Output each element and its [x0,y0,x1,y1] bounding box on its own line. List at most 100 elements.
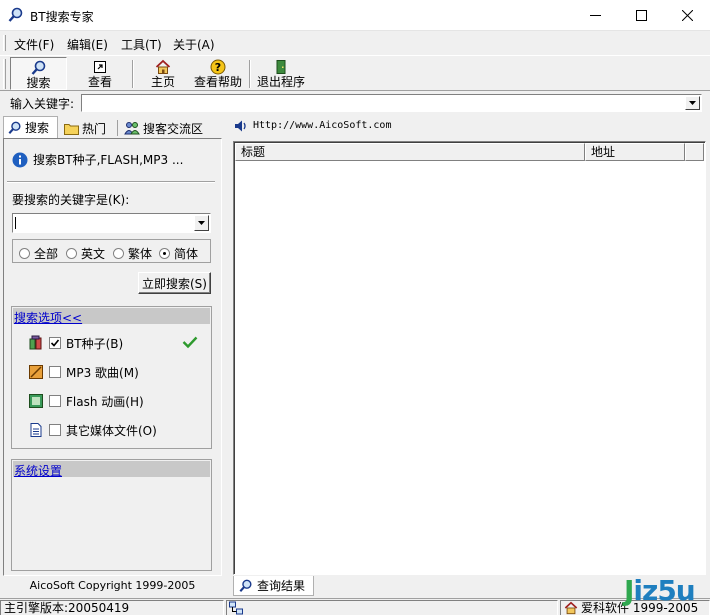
tab-forum-label: 搜客交流区 [143,121,204,136]
panel-splitter[interactable] [222,138,226,576]
toolbar-view-label: 查看 [87,75,112,89]
text-caret [15,217,16,229]
window-title: BT搜索专家 [30,10,94,24]
tab-separator [117,120,118,136]
toolbar-separator [132,60,134,88]
keyword-bar: 输入关键字: [0,92,710,114]
system-settings-header: 系统设置 [13,461,210,479]
radio-simplified[interactable]: 简体 [159,245,198,262]
svg-text:?: ? [215,61,221,74]
option-bt-seed-label: BT种子(B) [66,336,124,351]
home-icon [564,601,578,615]
tab-query-results-label: 查询结果 [257,579,306,593]
exit-icon [276,60,286,74]
bt-seed-icon [29,335,42,350]
radio-all[interactable]: 全部 [19,245,58,262]
search-keyword-label: 要搜索的关键字是(K): [12,193,130,207]
option-mp3[interactable]: MP3 歌曲(M) [28,363,139,381]
toolbar-view-button[interactable]: 查看 [80,57,120,90]
minimize-button[interactable] [572,0,618,31]
radio-simplified-label: 简体 [174,247,199,261]
option-other-media[interactable]: 其它媒体文件(O) [28,421,157,439]
mp3-icon [29,365,43,379]
search-now-button[interactable]: 立即搜索(S) [138,272,211,294]
toolbar-search-button[interactable]: 搜索 [10,57,67,90]
system-settings-link[interactable]: 系统设置 [14,462,62,479]
column-header-address[interactable]: 地址 [585,143,685,161]
keyword-combo[interactable] [81,94,702,112]
menu-file[interactable]: 文件(F) [14,36,54,53]
close-button[interactable] [664,0,710,31]
menu-edit[interactable]: 编辑(E) [67,36,108,53]
toolbar-exit-label: 退出程序 [256,75,305,89]
menu-about[interactable]: 关于(A) [173,36,215,53]
radio-traditional[interactable]: 繁体 [113,245,152,262]
toolbar-help-label: 查看帮助 [193,75,242,89]
search-options-frame: 搜索选项<< BT种子(B) MP3 歌曲(M) Flash 动画(H) 其它媒… [11,306,212,449]
toolbar-help-button[interactable]: ? 查看帮助 [191,57,245,90]
search-options-toggle-link[interactable]: 搜索选项<< [14,309,82,326]
option-bt-seed[interactable]: BT种子(B) [28,334,123,352]
search-panel: 搜索BT种子,FLASH,MP3 ... 要搜索的关键字是(K): 全部 英文 … [3,138,222,576]
title-bar: BT搜索专家 [0,0,710,31]
radio-dot-selected [159,248,170,259]
radio-dot [113,248,124,259]
watermark-logo: Jiz5u [624,574,696,607]
chevron-down-icon [198,221,205,225]
option-flash-label: Flash 动画(H) [66,394,144,409]
info-text: 搜索BT种子,FLASH,MP3 ... [33,153,184,167]
info-box: 搜索BT种子,FLASH,MP3 ... [12,147,212,172]
column-header-address-label: 地址 [591,145,616,159]
tab-hot[interactable]: 热门 [60,118,115,138]
column-header-title[interactable]: 标题 [235,143,585,161]
engine-version-panel: 主引擎版本:20050419 [0,600,224,615]
website-link[interactable]: Http://www.AicoSoft.com [253,120,391,131]
tab-hot-label: 热门 [82,121,107,136]
checkmark-icon [50,339,60,347]
tab-query-results[interactable]: 查询结果 [233,576,314,596]
search-icon [31,60,45,75]
radio-dot [19,248,30,259]
option-flash-checkbox[interactable] [49,395,61,407]
toolbar-home-button[interactable]: 主页 [143,57,183,90]
menu-tools[interactable]: 工具(T) [121,36,162,53]
option-bt-seed-checkbox[interactable] [49,337,61,349]
toolbar-grip [3,59,6,89]
radio-english[interactable]: 英文 [66,245,105,262]
divider [7,181,215,183]
network-icon [229,601,243,615]
tab-search[interactable]: 搜索 [3,116,58,138]
magnifier-app-icon [8,7,23,22]
toolbar: 搜索 查看 主页 ? 查看帮助 退出程序 [0,55,710,91]
maximize-button[interactable] [618,0,664,31]
tab-forum[interactable]: 搜客交流区 [120,118,225,138]
search-keyword-combo[interactable] [12,213,211,233]
speaker-icon [235,120,246,132]
watermark-rest: iz5u [633,574,695,607]
option-mp3-checkbox[interactable] [49,366,61,378]
keyword-combo-dropdown[interactable] [685,96,700,110]
radio-english-label: 英文 [81,247,106,261]
info-icon [12,152,28,167]
chevron-down-icon [689,101,696,105]
tab-search-label: 搜索 [25,121,50,135]
option-flash[interactable]: Flash 动画(H) [28,392,144,410]
results-list[interactable]: 标题 地址 [233,141,706,575]
option-other-media-label: 其它媒体文件(O) [66,423,157,438]
search-icon [239,579,252,592]
toolbar-home-label: 主页 [150,75,175,89]
minimize-icon [589,15,601,16]
radio-all-label: 全部 [34,247,59,261]
search-now-label: 立即搜索(S) [142,276,207,291]
toolbar-exit-button[interactable]: 退出程序 [254,57,308,90]
search-keyword-dropdown[interactable] [194,215,209,231]
status-bar: 主引擎版本:20050419 爱科软件 1999-2005 [0,598,710,615]
maximize-icon [635,10,647,21]
menu-grip [3,35,6,51]
radio-traditional-label: 繁体 [128,247,153,261]
flash-icon [29,394,43,408]
engine-version-text: 主引擎版本:20050419 [4,601,130,615]
option-other-media-checkbox[interactable] [49,424,61,436]
search-icon [8,121,21,134]
home-icon [155,59,171,74]
